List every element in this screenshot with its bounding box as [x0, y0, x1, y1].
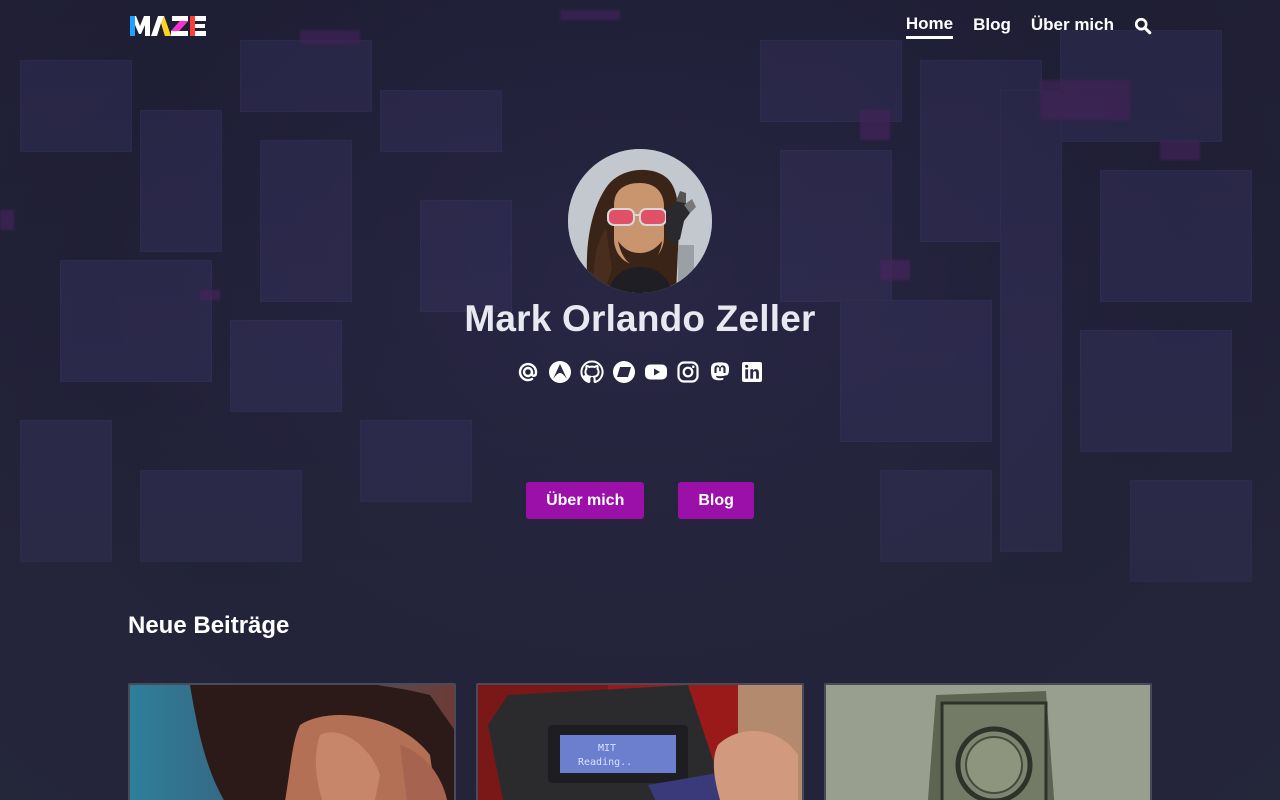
post-cards: MIT Reading..: [128, 683, 1152, 800]
at-icon[interactable]: [516, 360, 540, 384]
nav-blog[interactable]: Blog: [973, 15, 1011, 37]
metal-box-photo: [826, 685, 1150, 800]
page: Home Blog Über mich Mark Orlando Zeller …: [0, 0, 1280, 800]
nav-about[interactable]: Über mich: [1031, 15, 1114, 37]
social-links: [0, 360, 1280, 384]
about-button[interactable]: Über mich: [526, 482, 645, 519]
person-face-photo: [130, 685, 454, 800]
hero-buttons: Über mich Blog: [0, 482, 1280, 519]
maze-logo[interactable]: [128, 13, 208, 39]
svg-text:Reading..: Reading..: [578, 757, 632, 768]
nav-home[interactable]: Home: [905, 14, 954, 39]
profile-name: Mark Orlando Zeller: [464, 298, 816, 339]
linkedin-icon[interactable]: [740, 360, 764, 384]
post-card[interactable]: MIT Reading..: [476, 683, 804, 800]
avatar-photo: [568, 149, 712, 293]
post-card[interactable]: [128, 683, 456, 800]
search-icon[interactable]: [1134, 17, 1152, 35]
section-title: Neue Beiträge: [128, 612, 290, 639]
github-icon[interactable]: [580, 360, 604, 384]
lcd-device-photo: MIT Reading..: [478, 685, 802, 800]
maze-logo-mark: [130, 16, 206, 36]
svg-text:MIT: MIT: [598, 743, 616, 754]
arch-icon[interactable]: [548, 360, 572, 384]
slanted-box-icon[interactable]: [612, 360, 636, 384]
youtube-icon[interactable]: [644, 360, 668, 384]
post-card[interactable]: [824, 683, 1152, 800]
mastodon-icon[interactable]: [708, 360, 732, 384]
background-shade: [0, 0, 1280, 800]
avatar: [568, 149, 712, 293]
city-background: [0, 0, 1280, 800]
main-nav: Home Blog Über mich: [905, 14, 1152, 39]
blog-button[interactable]: Blog: [678, 482, 754, 519]
header: Home Blog Über mich: [128, 0, 1152, 52]
instagram-icon[interactable]: [676, 360, 700, 384]
